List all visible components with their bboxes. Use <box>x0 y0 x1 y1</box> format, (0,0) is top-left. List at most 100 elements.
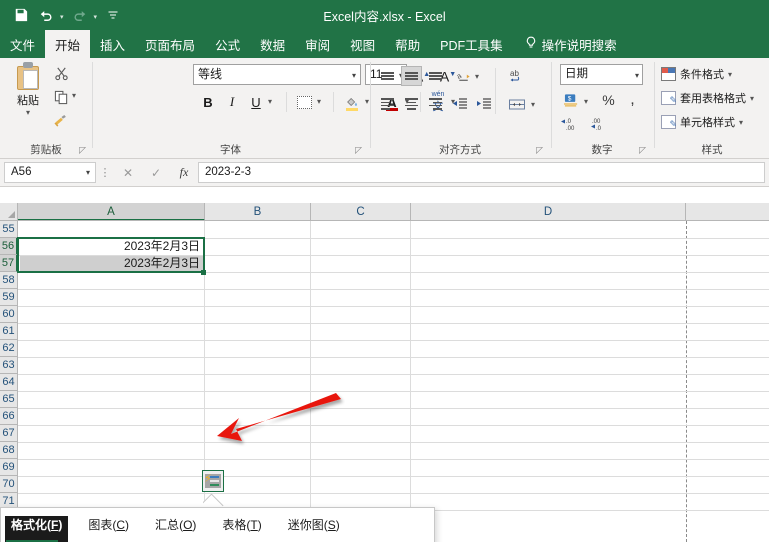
fill-handle[interactable] <box>201 270 206 275</box>
tab-insert[interactable]: 插入 <box>90 30 135 58</box>
confirm-icon[interactable]: ✓ <box>142 162 170 183</box>
wrap-text-button[interactable]: ab <box>505 66 529 86</box>
font-name-input[interactable]: 等线 ▾ <box>193 64 361 85</box>
row-header-65[interactable]: 65 <box>0 391 18 408</box>
bold-button[interactable]: B <box>197 91 219 113</box>
align-top-button[interactable] <box>377 66 398 86</box>
tab-help[interactable]: 帮助 <box>385 30 430 58</box>
merge-center-button[interactable] <box>505 94 529 114</box>
save-icon[interactable] <box>10 4 32 26</box>
number-format-caret[interactable]: ▾ <box>635 66 639 85</box>
decrease-indent-button[interactable] <box>449 94 470 114</box>
undo-dropdown-caret[interactable]: ▾ <box>60 13 66 21</box>
format-as-table-caret[interactable]: ▾ <box>750 94 754 103</box>
conditional-formatting-caret[interactable]: ▾ <box>728 70 732 79</box>
orientation-dropdown-caret[interactable]: ▾ <box>475 72 479 81</box>
copy-icon[interactable] <box>50 86 72 108</box>
tell-me-search[interactable]: 操作说明搜索 <box>513 30 617 58</box>
row-header-67[interactable]: 67 <box>0 425 18 442</box>
tab-view[interactable]: 视图 <box>340 30 385 58</box>
row-header-56[interactable]: 56 <box>0 238 18 255</box>
row-header-58[interactable]: 58 <box>0 272 18 289</box>
qa-tab-charts[interactable]: 图表(C) <box>82 516 135 542</box>
fill-color-dropdown-caret[interactable]: ▾ <box>365 97 369 106</box>
tab-pdf-toolkit[interactable]: PDF工具集 <box>430 30 513 58</box>
column-header-C[interactable]: C <box>311 203 411 221</box>
row-header-63[interactable]: 63 <box>0 357 18 374</box>
tab-review[interactable]: 审阅 <box>295 30 340 58</box>
row-header-62[interactable]: 62 <box>0 340 18 357</box>
borders-button[interactable] <box>293 91 315 113</box>
align-right-button[interactable] <box>425 94 446 114</box>
select-all-corner[interactable] <box>0 203 18 221</box>
row-header-64[interactable]: 64 <box>0 374 18 391</box>
decrease-decimal-button[interactable]: .00.0 <box>590 114 614 134</box>
row-header-57[interactable]: 57 <box>0 255 18 272</box>
align-middle-button[interactable] <box>401 66 422 86</box>
formula-input[interactable]: 2023-2-3 <box>198 162 765 183</box>
undo-icon[interactable] <box>35 4 57 26</box>
row-header-55[interactable]: 55 <box>0 221 18 238</box>
paste-button[interactable]: 粘贴 ▾ <box>8 62 48 117</box>
borders-dropdown-caret[interactable]: ▾ <box>317 97 321 106</box>
font-name-caret[interactable]: ▾ <box>352 66 356 85</box>
clipboard-dialog-launcher[interactable]: ◸ <box>79 145 86 156</box>
qa-tab-sparklines[interactable]: 迷你图(S) <box>282 516 346 542</box>
number-format-select[interactable]: 日期 ▾ <box>560 64 643 85</box>
increase-decimal-button[interactable]: .0.00 <box>560 114 584 134</box>
qa-tab-formatting[interactable]: 格式化(F) <box>5 516 69 542</box>
column-header-E[interactable] <box>686 203 769 221</box>
underline-dropdown-caret[interactable]: ▾ <box>268 97 272 106</box>
align-left-button[interactable] <box>377 94 398 114</box>
redo-icon[interactable] <box>69 4 91 26</box>
format-painter-icon[interactable] <box>50 110 72 132</box>
row-header-59[interactable]: 59 <box>0 289 18 306</box>
tab-home[interactable]: 开始 <box>45 30 91 58</box>
column-header-A[interactable]: A <box>18 203 205 221</box>
qa-tab-tables[interactable]: 表格(T) <box>216 516 267 542</box>
cell-styles-button[interactable]: ✎ 单元格样式 ▾ <box>661 114 743 130</box>
cell-styles-caret[interactable]: ▾ <box>739 118 743 127</box>
accounting-dropdown-caret[interactable]: ▾ <box>584 97 588 106</box>
increase-indent-button[interactable] <box>473 94 494 114</box>
row-header-60[interactable]: 60 <box>0 306 18 323</box>
row-header-70[interactable]: 70 <box>0 476 18 493</box>
tab-page-layout[interactable]: 页面布局 <box>135 30 205 58</box>
tab-file[interactable]: 文件 <box>0 30 45 58</box>
percent-style-button[interactable]: % <box>598 90 619 110</box>
number-dialog-launcher[interactable]: ◸ <box>639 145 646 156</box>
align-bottom-button[interactable] <box>425 66 446 86</box>
row-header-69[interactable]: 69 <box>0 459 18 476</box>
merge-dropdown-caret[interactable]: ▾ <box>531 100 535 109</box>
comma-style-button[interactable]: , <box>622 90 643 110</box>
accounting-format-button[interactable]: $ <box>560 90 582 110</box>
redo-dropdown-caret[interactable]: ▾ <box>94 13 100 21</box>
italic-button[interactable]: I <box>221 91 243 113</box>
qa-tab-totals[interactable]: 汇总(O) <box>149 516 202 542</box>
font-dialog-launcher[interactable]: ◸ <box>355 145 362 156</box>
conditional-formatting-button[interactable]: 条件格式 ▾ <box>661 66 732 82</box>
row-header-68[interactable]: 68 <box>0 442 18 459</box>
underline-button[interactable]: U <box>245 91 267 113</box>
paste-dropdown-caret[interactable]: ▾ <box>8 108 48 117</box>
tab-data[interactable]: 数据 <box>250 30 295 58</box>
name-box[interactable]: A56 ▾ <box>4 162 96 183</box>
column-header-D[interactable]: D <box>411 203 686 221</box>
format-as-table-button[interactable]: ✎ 套用表格格式 ▾ <box>661 90 754 106</box>
row-header-66[interactable]: 66 <box>0 408 18 425</box>
cancel-icon[interactable]: ✕ <box>114 162 142 183</box>
worksheet-grid[interactable]: A B C D 55 56 57 58 59 60 61 62 63 64 65… <box>0 187 769 542</box>
tab-formulas[interactable]: 公式 <box>205 30 250 58</box>
row-header-61[interactable]: 61 <box>0 323 18 340</box>
fill-color-button[interactable] <box>341 91 363 113</box>
cut-icon[interactable] <box>50 62 72 84</box>
align-center-button[interactable] <box>401 94 422 114</box>
alignment-dialog-launcher[interactable]: ◸ <box>536 145 543 156</box>
copy-dropdown-caret[interactable]: ▾ <box>72 91 76 100</box>
insert-function-icon[interactable]: fx <box>170 162 198 183</box>
column-header-B[interactable]: B <box>205 203 311 221</box>
customize-qat-icon[interactable] <box>102 4 124 26</box>
name-box-caret[interactable]: ▾ <box>86 163 90 182</box>
quick-analysis-button[interactable]: ⚡ <box>202 470 224 492</box>
orientation-button[interactable]: a <box>453 66 474 86</box>
